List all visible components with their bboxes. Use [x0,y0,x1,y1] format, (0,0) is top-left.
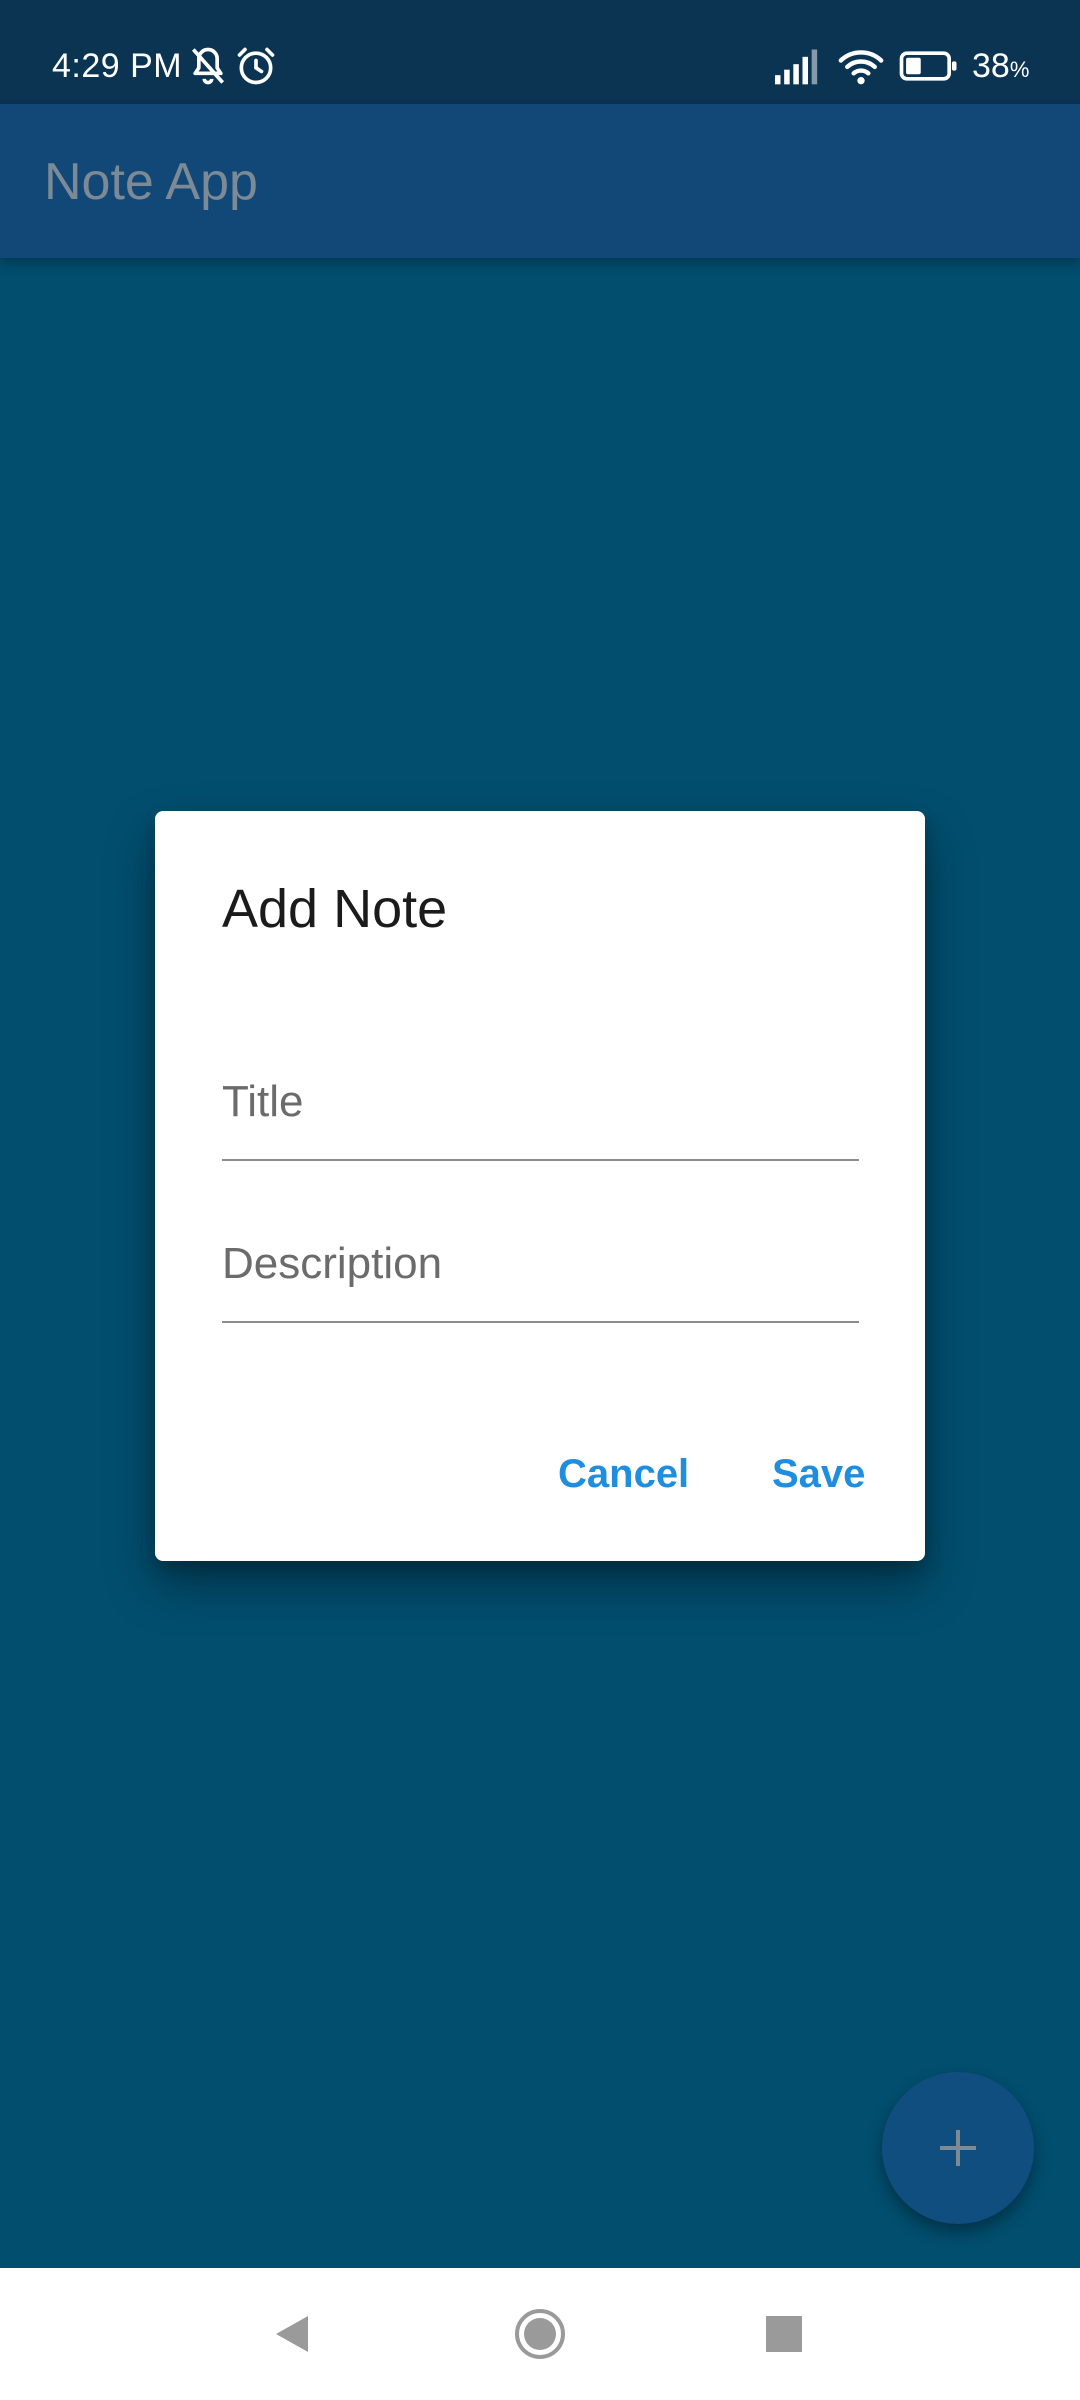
wifi-icon [838,50,884,85]
battery-percent: 38% [972,46,1029,90]
signal-icon [775,49,818,85]
battery-percent-suffix: % [1009,57,1030,82]
save-button[interactable]: Save [760,1430,877,1518]
home-icon[interactable] [508,2302,572,2366]
status-bar: 4:29 PM 38% [0,0,1080,104]
battery-percent-value: 38 [972,47,1010,85]
alarm-icon [237,47,275,85]
title-input[interactable]: Title [222,1059,859,1161]
add-note-fab[interactable] [882,2072,1034,2224]
battery-icon [899,51,957,81]
dialog-title: Add Note [222,879,448,939]
navigation-bar [0,2268,1080,2400]
app-bar: Note App [0,104,1080,258]
back-icon[interactable] [258,2302,322,2366]
app-title: Note App [44,153,258,211]
plus-icon [940,2130,976,2166]
cancel-button[interactable]: Cancel [546,1430,701,1518]
description-placeholder: Description [222,1239,443,1288]
status-time: 4:29 PM [52,47,183,85]
title-placeholder: Title [222,1077,304,1126]
recents-icon[interactable] [752,2302,816,2366]
description-input[interactable]: Description [222,1221,859,1323]
bell-off-icon [191,47,225,85]
